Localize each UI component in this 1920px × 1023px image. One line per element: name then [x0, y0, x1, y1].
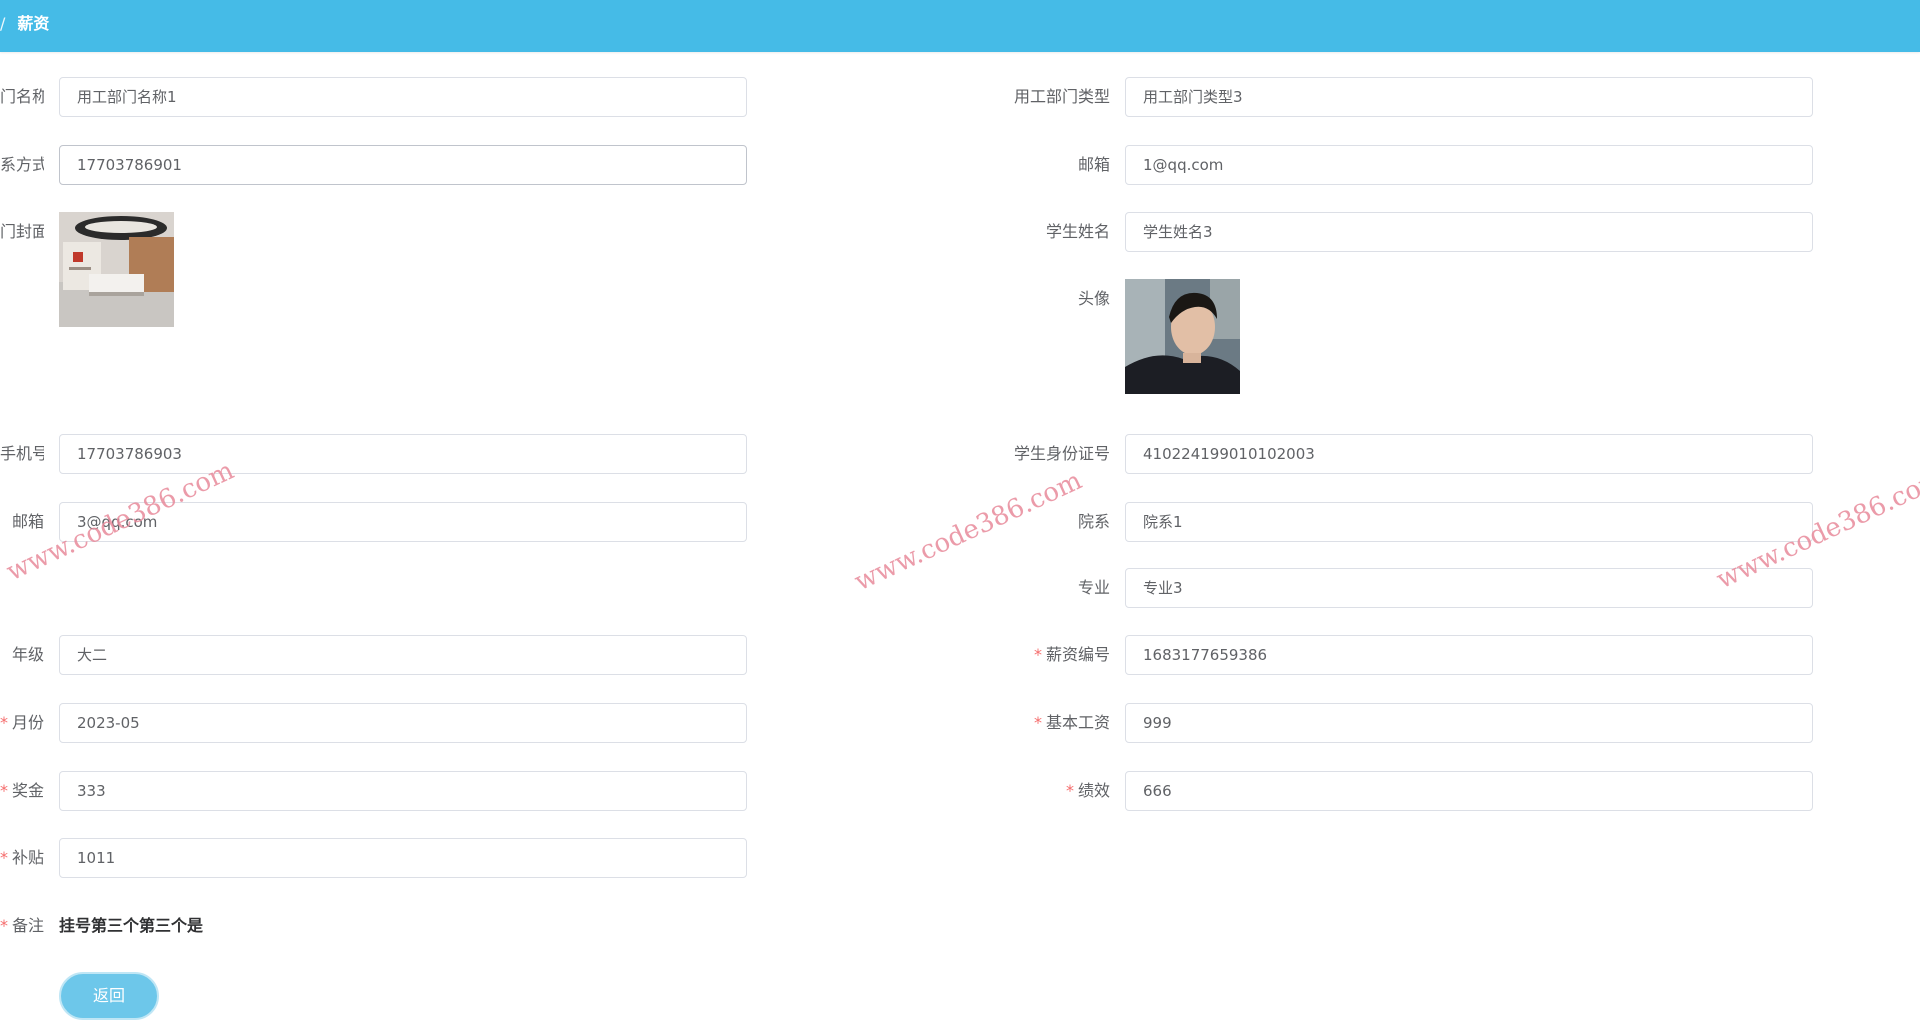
required-mark: * — [1033, 645, 1042, 664]
student-id-card-field[interactable]: 410224199010102003 — [1125, 434, 1813, 474]
major-label: 专业 — [1077, 578, 1110, 597]
student-name-field[interactable]: 学生姓名3 — [1125, 212, 1813, 252]
remark-label: * 备注 — [0, 906, 44, 946]
back-button[interactable]: 返回 — [59, 972, 159, 1020]
month-label: * 月份 — [0, 703, 44, 743]
grade-field[interactable]: 大二 — [59, 635, 747, 675]
dept-cover-image[interactable] — [59, 212, 174, 327]
salary-no-label: * 薪资编号 — [950, 635, 1110, 675]
required-mark: * — [0, 781, 8, 800]
breadcrumb-separator: / — [0, 14, 6, 33]
phone-label: 手机号 — [0, 444, 44, 463]
salary-no-label-text: 薪资编号 — [1045, 645, 1110, 664]
allowance-label-text: 补贴 — [12, 848, 44, 867]
base-salary-label-text: 基本工资 — [1045, 713, 1110, 732]
performance-field[interactable]: 666 — [1125, 771, 1813, 811]
avatar-label: 头像 — [1077, 289, 1110, 308]
base-salary-field[interactable]: 999 — [1125, 703, 1813, 743]
remark-label-text: 备注 — [12, 916, 44, 935]
allowance-label: * 补贴 — [0, 838, 44, 878]
bonus-field[interactable]: 333 — [59, 771, 747, 811]
dept-name-field[interactable]: 用工部门名称1 — [59, 77, 747, 117]
college-label: 院系 — [1077, 512, 1110, 531]
allowance-field[interactable]: 1011 — [59, 838, 747, 878]
required-mark: * — [0, 848, 8, 867]
required-mark: * — [1033, 713, 1042, 732]
month-field[interactable]: 2023-05 — [59, 703, 747, 743]
student-email-field[interactable]: 3@qq.com — [59, 502, 747, 542]
student-id-card-label: 学生身份证号 — [1013, 444, 1110, 463]
dept-cover-label: 门封面 — [0, 222, 44, 241]
bonus-label: * 奖金 — [0, 771, 44, 811]
dept-type-field[interactable]: 用工部门类型3 — [1125, 77, 1813, 117]
bonus-label-text: 奖金 — [12, 781, 44, 800]
avatar-image[interactable] — [1125, 279, 1240, 394]
performance-label-text: 绩效 — [1077, 781, 1110, 800]
remark-value: 挂号第三个第三个是 — [59, 916, 204, 935]
performance-label: * 绩效 — [950, 771, 1110, 811]
month-label-text: 月份 — [12, 713, 44, 732]
phone-field[interactable]: 17703786903 — [59, 434, 747, 474]
base-salary-label: * 基本工资 — [950, 703, 1110, 743]
required-mark: * — [0, 916, 8, 935]
breadcrumb: / 薪资 — [0, 0, 49, 52]
dept-email-label: 邮箱 — [1077, 155, 1110, 174]
dept-type-label: 用工部门类型 — [1013, 87, 1110, 106]
salary-no-field[interactable]: 1683177659386 — [1125, 635, 1813, 675]
breadcrumb-current: 薪资 — [17, 14, 50, 33]
required-mark: * — [1065, 781, 1074, 800]
major-field[interactable]: 专业3 — [1125, 568, 1813, 608]
college-field[interactable]: 院系1 — [1125, 502, 1813, 542]
grade-label: 年级 — [11, 645, 44, 664]
dept-email-field[interactable]: 1@qq.com — [1125, 145, 1813, 185]
contact-label: 系方式 — [0, 155, 44, 174]
required-mark: * — [0, 713, 8, 732]
dept-name-label: 门名称 — [0, 87, 44, 106]
top-header-bar: / 薪资 — [0, 0, 1920, 52]
student-email-label: 邮箱 — [11, 512, 44, 531]
student-name-label: 学生姓名 — [1045, 222, 1110, 241]
contact-field[interactable]: 17703786901 — [59, 145, 747, 185]
